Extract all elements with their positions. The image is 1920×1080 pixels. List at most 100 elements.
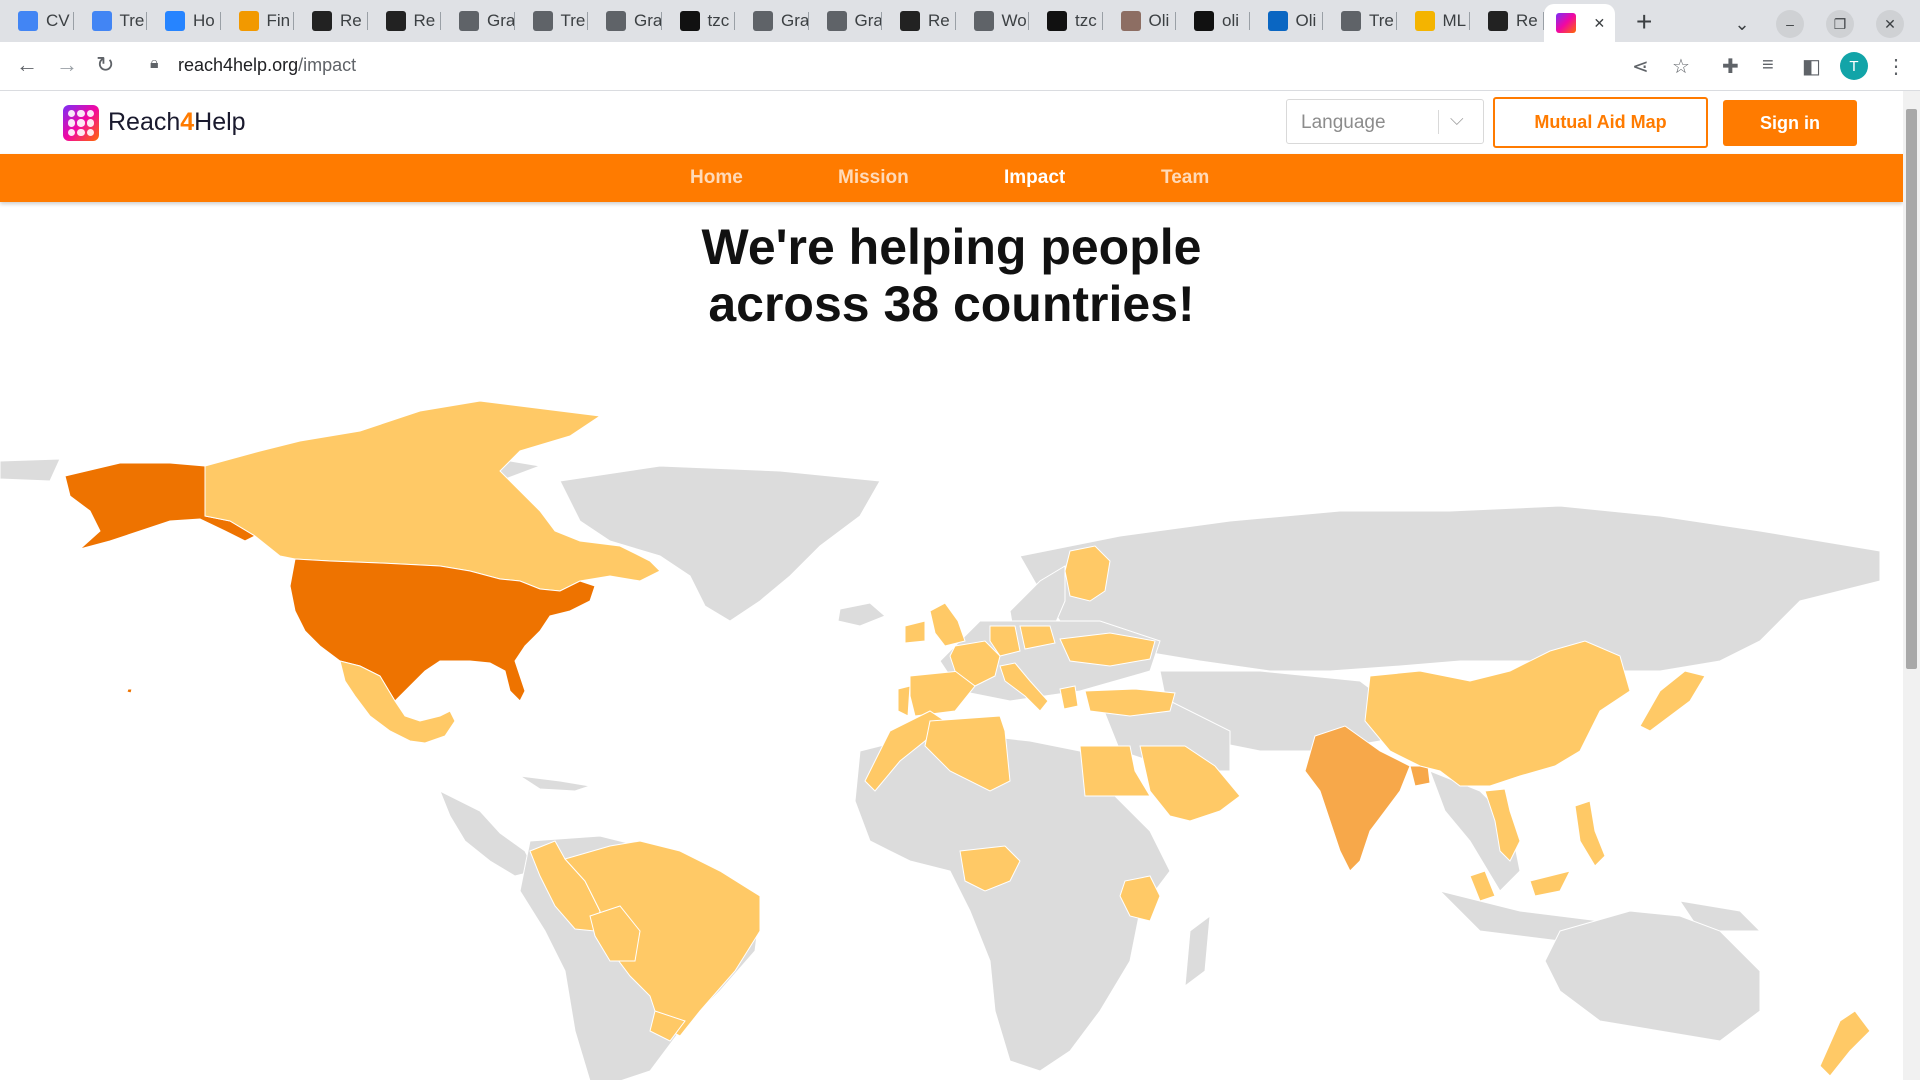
react-icon — [900, 11, 920, 31]
minimize-button[interactable]: – — [1776, 10, 1804, 38]
address-bar: ← → ↻ 🔒︎ reach4help.org/impact ⋖ ☆ ✚ ≡ ◧… — [0, 42, 1920, 91]
globe-icon — [826, 11, 847, 31]
world-impact-map[interactable] — [0, 371, 1903, 1080]
headline-line-2: across 38 countries! — [708, 276, 1195, 332]
nav-home[interactable]: Home — [690, 167, 743, 189]
brand-prefix: Reach — [108, 108, 181, 136]
mutual-aid-map-button[interactable]: Mutual Aid Map — [1493, 97, 1708, 148]
back-icon[interactable]: ← — [16, 52, 38, 78]
reach4help-icon — [1555, 13, 1576, 33]
url-path: /impact — [298, 55, 357, 75]
browser-tab[interactable]: Re — [294, 6, 368, 36]
region-portugal — [897, 685, 911, 717]
globe-icon — [1341, 11, 1361, 31]
tab-label: oli — [1222, 11, 1240, 30]
region-ireland — [904, 620, 926, 644]
tab-label: Ho — [193, 11, 215, 30]
globe-icon — [606, 11, 626, 31]
browser-tab[interactable]: Oli — [1250, 6, 1323, 36]
close-tab-icon[interactable]: ✕ — [1594, 15, 1606, 32]
tab-label: Oli — [1295, 11, 1317, 30]
tab-label: ML — [1442, 11, 1467, 30]
browser-tab[interactable]: ML — [1397, 6, 1470, 36]
browser-tab[interactable]: Re — [1470, 6, 1544, 36]
nav-mission[interactable]: Mission — [838, 167, 909, 189]
globe-icon — [532, 11, 553, 31]
browser-tab[interactable]: Ho — [147, 6, 221, 36]
slides-icon — [1414, 11, 1435, 31]
browser-tab[interactable]: Gra — [735, 6, 809, 36]
tab-label: Gra — [634, 11, 662, 30]
site-header: Reach4Help Language ⌵ Mutual Aid Map Sig… — [0, 91, 1903, 154]
jira-icon — [165, 11, 185, 31]
tab-search-icon[interactable]: ⌄ — [1728, 10, 1756, 38]
react-icon — [385, 11, 406, 31]
browser-tab[interactable]: Tre — [515, 6, 588, 36]
browser-tab[interactable]: oli — [1176, 6, 1250, 36]
tab-label: Re — [340, 11, 362, 30]
tab-label: Tre — [1369, 11, 1394, 30]
avatar-icon — [1120, 11, 1141, 31]
forward-icon[interactable]: → — [56, 52, 78, 78]
region-greenland — [559, 465, 881, 622]
tab-label: Re — [413, 11, 436, 30]
nav-team[interactable]: Team — [1161, 167, 1209, 189]
brand-four: 4 — [180, 108, 195, 136]
tab-label: tzc — [1075, 11, 1097, 30]
browser-tab[interactable]: Gra — [441, 6, 515, 36]
language-select[interactable]: Language ⌵ — [1286, 99, 1484, 144]
browser-tab[interactable]: Tre — [1323, 6, 1397, 36]
browser-tab[interactable]: Wo — [956, 6, 1029, 36]
region-finland — [1064, 545, 1111, 602]
lock-icon[interactable]: 🔒︎ — [150, 55, 159, 73]
reach4help-logo-icon[interactable] — [63, 105, 99, 141]
tab-label: Gra — [781, 11, 809, 30]
region-japan — [1639, 670, 1706, 732]
react-icon — [312, 11, 332, 31]
browser-tab[interactable]: Fin — [221, 6, 294, 36]
browser-tab[interactable]: Oli — [1103, 6, 1176, 36]
new-tab-button[interactable]: + — [1636, 6, 1652, 38]
share-icon[interactable]: ⋖ — [1632, 54, 1649, 79]
reload-icon[interactable]: ↻ — [96, 52, 114, 78]
url-field[interactable]: reach4help.org/impact — [178, 55, 356, 76]
docs-icon — [91, 11, 112, 31]
region-iceland — [837, 602, 886, 627]
close-window-button[interactable]: ✕ — [1876, 10, 1904, 38]
extensions-icon[interactable]: ✚ — [1722, 54, 1739, 79]
region-malaysia — [1469, 870, 1571, 902]
chevron-down-icon[interactable]: ⌵ — [1450, 109, 1464, 130]
react-icon — [1488, 11, 1508, 31]
nav-impact[interactable]: Impact — [1004, 167, 1065, 189]
region-alaska-base — [0, 458, 61, 482]
browser-tab[interactable]: Re — [368, 6, 441, 36]
brand-suffix: Help — [194, 108, 246, 136]
brand-name[interactable]: Reach4Help — [108, 108, 246, 137]
scrollbar-thumb[interactable] — [1906, 109, 1917, 669]
browser-tab[interactable]: tzc — [1029, 6, 1103, 36]
page-scrollbar[interactable] — [1903, 91, 1920, 1080]
side-panel-icon[interactable]: ◧ — [1802, 54, 1821, 79]
tab-label: Gra — [487, 11, 515, 30]
browser-tab[interactable]: Tre — [74, 6, 147, 36]
browser-tab[interactable]: Re — [882, 6, 956, 36]
menu-icon[interactable]: ⋮ — [1886, 54, 1906, 79]
restore-button[interactable]: ❐ — [1826, 10, 1854, 38]
browser-tab[interactable]: Gra — [809, 6, 882, 36]
region-madagascar — [1184, 914, 1211, 988]
tab-label: Wo — [1001, 11, 1027, 30]
profile-avatar[interactable]: T — [1840, 52, 1868, 80]
sign-in-button[interactable]: Sign in — [1723, 100, 1857, 146]
media-icon[interactable]: ≡ — [1762, 54, 1774, 77]
browser-tab[interactable]: tzc — [662, 6, 735, 36]
linkedin-icon — [1267, 11, 1288, 31]
tab-label: Tre — [560, 11, 586, 30]
region-philippines — [1574, 800, 1606, 867]
browser-tab[interactable]: CV — [0, 6, 74, 36]
main-nav: Home Mission Impact Team — [0, 154, 1903, 202]
browser-tab[interactable]: Gra — [588, 6, 662, 36]
browser-tab-active[interactable]: ✕ — [1543, 4, 1615, 42]
github-icon — [1194, 11, 1214, 31]
bookmark-star-icon[interactable]: ☆ — [1672, 54, 1690, 79]
region-central-america — [439, 789, 536, 877]
